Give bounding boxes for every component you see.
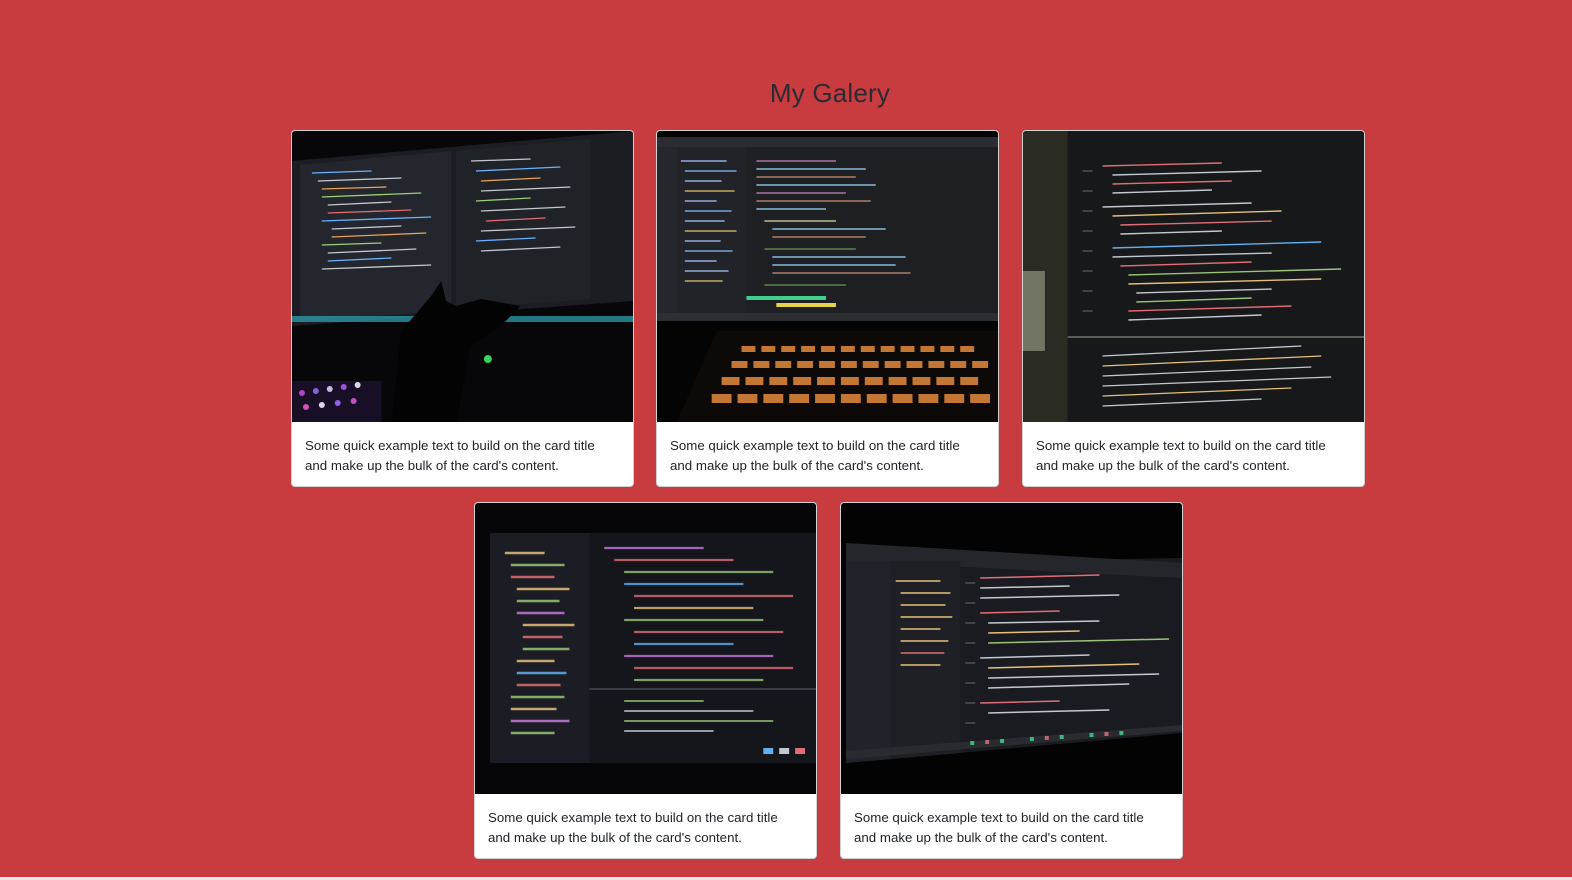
card-image xyxy=(657,131,998,422)
gallery-card: Some quick example text to build on the … xyxy=(656,130,999,487)
gallery-card: Some quick example text to build on the … xyxy=(1022,130,1365,487)
card-text: Some quick example text to build on the … xyxy=(305,438,595,473)
card-image xyxy=(841,503,1182,794)
card-text: Some quick example text to build on the … xyxy=(854,810,1144,845)
card-image xyxy=(292,131,633,422)
card-image xyxy=(475,503,816,794)
gallery-card: Some quick example text to build on the … xyxy=(474,502,817,859)
card-text: Some quick example text to build on the … xyxy=(670,438,960,473)
card-text: Some quick example text to build on the … xyxy=(1036,438,1326,473)
card-image xyxy=(1023,131,1364,422)
gallery-card: Some quick example text to build on the … xyxy=(840,502,1183,859)
card-text: Some quick example text to build on the … xyxy=(488,810,778,845)
page-title: My Galery xyxy=(769,78,891,108)
gallery-card: Some quick example text to build on the … xyxy=(291,130,634,487)
